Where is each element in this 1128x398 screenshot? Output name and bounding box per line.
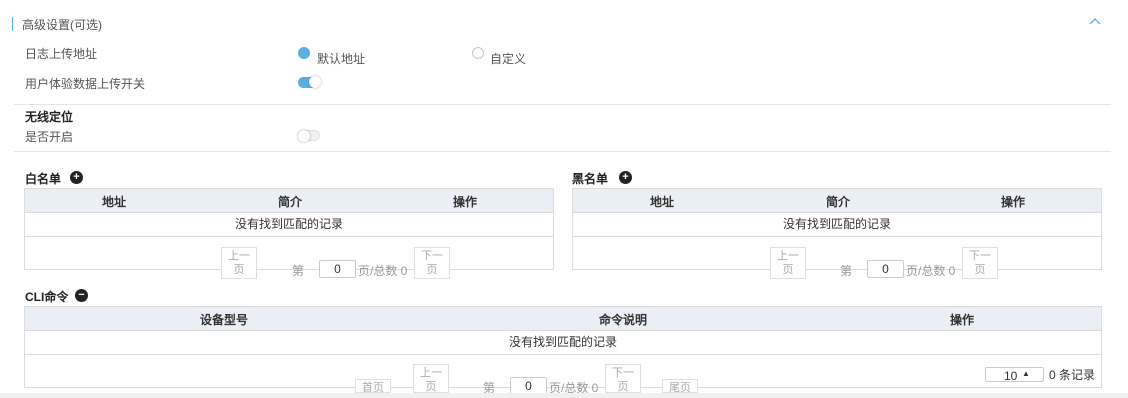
page-total: 页/总数 0	[906, 264, 956, 278]
cli-prev-page-button[interactable]: 上一 页	[413, 364, 449, 393]
blacklist-table: 地址 简介 操作 没有找到匹配的记录	[572, 188, 1102, 270]
toggle-knob	[298, 130, 310, 142]
ux-upload-toggle[interactable]	[298, 76, 321, 88]
add-whitelist-icon[interactable]: +	[70, 171, 83, 184]
column-actions: 操作	[452, 195, 478, 209]
minus-circle-icon[interactable]: −	[75, 289, 88, 302]
column-address: 地址	[101, 195, 127, 209]
radio-custom-address[interactable]	[472, 47, 484, 59]
radio-custom-address-label[interactable]: 自定义	[490, 50, 526, 67]
horizontal-scrollbar[interactable]	[0, 393, 1128, 398]
whitelist-prev-page-button[interactable]: 上一 页	[221, 247, 257, 279]
log-upload-label: 日志上传地址	[25, 47, 98, 61]
column-command-description: 命令说明	[598, 313, 648, 327]
column-description: 简介	[825, 195, 851, 209]
blacklist-title: 黑名单	[572, 172, 609, 186]
cli-last-page-button[interactable]: 尾页	[662, 379, 698, 394]
section-accent-bar	[12, 17, 13, 31]
record-count: 0 条记录	[1049, 368, 1096, 382]
empty-message: 没有找到匹配的记录	[25, 331, 1101, 355]
add-blacklist-icon[interactable]: +	[619, 171, 632, 184]
cli-first-page-button[interactable]: 首页	[355, 379, 391, 394]
page-prefix: 第	[292, 264, 305, 278]
radio-default-address-label[interactable]: 默认地址	[317, 50, 365, 67]
page-total: 页/总数 0	[358, 264, 408, 278]
wireless-enable-toggle[interactable]	[298, 130, 320, 142]
page-prefix: 第	[840, 264, 853, 278]
divider	[14, 151, 1111, 152]
chevron-up-icon[interactable]	[1088, 14, 1102, 28]
column-actions: 操作	[1000, 195, 1026, 209]
wireless-title: 无线定位	[25, 110, 74, 124]
blacklist-page-input[interactable]: 0	[867, 260, 904, 278]
column-actions: 操作	[949, 313, 975, 327]
column-address: 地址	[649, 195, 675, 209]
whitelist-page-input[interactable]: 0	[319, 260, 356, 278]
table-header: 设备型号 命令说明 操作	[25, 307, 1101, 331]
whitelist-table: 地址 简介 操作 没有找到匹配的记录	[24, 188, 554, 270]
cli-next-page-button[interactable]: 下一 页	[605, 364, 641, 393]
column-description: 简介	[277, 195, 303, 209]
cli-table: 设备型号 命令说明 操作 没有找到匹配的记录	[24, 306, 1102, 388]
divider	[14, 104, 1111, 105]
wireless-enable-label: 是否开启	[25, 130, 74, 144]
table-header: 地址 简介 操作	[573, 189, 1101, 213]
page-size-select[interactable]: 10 ▲	[985, 367, 1044, 383]
table-header: 地址 简介 操作	[25, 189, 553, 213]
radio-default-address[interactable]	[298, 47, 310, 59]
caret-up-icon: ▲	[1022, 369, 1030, 378]
empty-message: 没有找到匹配的记录	[573, 213, 1101, 237]
ux-upload-label: 用户体验数据上传开关	[25, 77, 146, 91]
whitelist-next-page-button[interactable]: 下一 页	[414, 247, 450, 279]
empty-message: 没有找到匹配的记录	[25, 213, 553, 237]
cli-title: CLI命令	[25, 290, 69, 304]
blacklist-next-page-button[interactable]: 下一 页	[962, 247, 998, 279]
blacklist-prev-page-button[interactable]: 上一 页	[770, 247, 806, 279]
toggle-knob	[309, 76, 321, 88]
column-device-model: 设备型号	[199, 313, 249, 327]
advanced-settings-title[interactable]: 高级设置(可选)	[22, 16, 102, 33]
page-size-value: 10	[1004, 369, 1018, 383]
whitelist-title: 白名单	[25, 172, 62, 186]
